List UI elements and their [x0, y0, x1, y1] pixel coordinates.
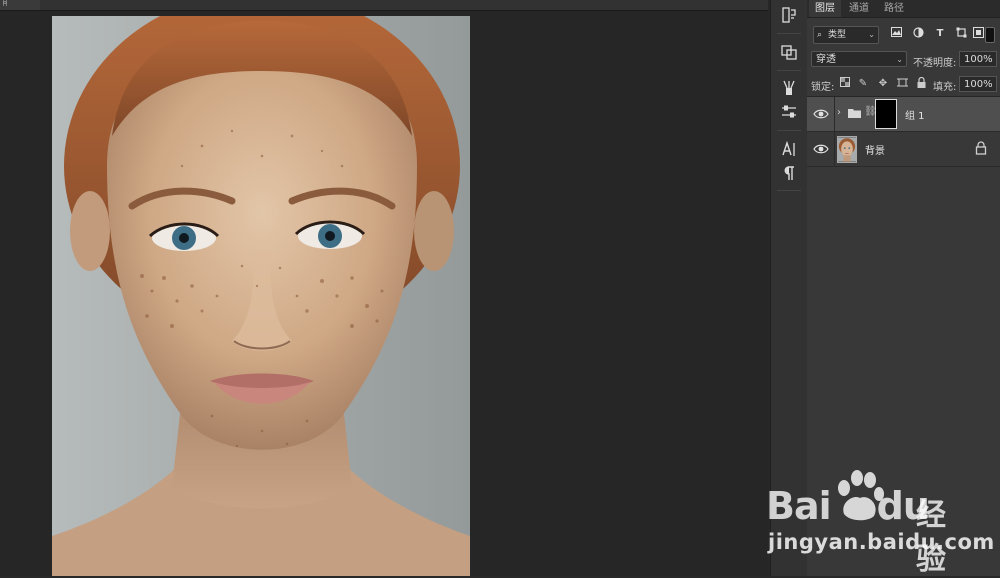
lock-fill-row: 锁定: ✎ ✥ 填充: 100%	[807, 75, 1000, 93]
eye-visibility-icon[interactable]	[813, 142, 829, 156]
document-canvas-area[interactable]: ꃫ	[0, 0, 768, 576]
layer-mask-thumbnail[interactable]	[875, 99, 897, 129]
adjustment-filter-icon[interactable]	[911, 27, 925, 41]
folder-icon	[848, 109, 861, 118]
portrait-photo	[52, 16, 470, 576]
expand-chevron-icon[interactable]: ›	[837, 107, 841, 118]
adjustments-sliders-icon[interactable]	[779, 102, 799, 122]
document-tab-bar: ꃫ	[0, 0, 768, 11]
layer-thumbnail[interactable]	[837, 136, 857, 163]
baidu-jingyan-watermark: Bai du 经验 jingyan.baidu.com	[766, 468, 994, 577]
type-filter-icon[interactable]: T	[933, 27, 947, 41]
history-icon[interactable]	[779, 5, 799, 25]
character-icon[interactable]	[779, 139, 799, 159]
smart-object-filter-icon[interactable]	[971, 27, 985, 41]
lock-position-icon[interactable]: ✥	[877, 77, 889, 91]
fill-label: 填充:	[933, 82, 957, 93]
layer-name[interactable]: 背景	[865, 142, 885, 157]
layer-row-group-1[interactable]: › ⛓ 组 1	[807, 97, 1000, 132]
watermark-url: jingyan.baidu.com	[768, 530, 995, 554]
lock-all-icon[interactable]	[915, 76, 927, 91]
document-tab[interactable]: ꃫ	[0, 0, 40, 10]
opacity-field[interactable]: 100%	[959, 51, 997, 67]
visibility-column-divider	[834, 97, 835, 131]
layer-filter-row: ⌕ 类型 ⌄ T	[807, 24, 1000, 46]
panel-tab-bar: 图层 通道 路径	[807, 0, 1000, 18]
shape-filter-icon[interactable]	[954, 27, 968, 41]
watermark-brand: Bai du	[766, 484, 930, 528]
lock-label: 锁定:	[811, 82, 835, 93]
layer-name[interactable]: 组 1	[905, 107, 925, 122]
lock-artboard-icon[interactable]	[896, 77, 908, 91]
layer-lock-icon[interactable]	[975, 141, 987, 155]
visibility-column-divider	[834, 132, 835, 166]
tab-channels[interactable]: 通道	[843, 0, 875, 17]
opacity-label: 不透明度:	[913, 58, 957, 69]
search-icon: ⌕	[817, 30, 823, 40]
blend-mode-select[interactable]: 穿透 ⌄	[811, 51, 907, 67]
brush-settings-icon[interactable]	[779, 78, 799, 98]
lock-image-pixels-icon[interactable]: ✎	[857, 77, 869, 91]
tab-paths[interactable]: 路径	[878, 0, 910, 17]
properties-icon[interactable]	[779, 42, 799, 62]
filter-toggle[interactable]	[985, 27, 995, 43]
chevron-down-icon: ⌄	[896, 55, 903, 64]
paragraph-icon[interactable]	[779, 163, 799, 183]
filter-type-select[interactable]: ⌕ 类型 ⌄	[813, 26, 879, 44]
chevron-down-icon: ⌄	[868, 30, 875, 39]
fill-field[interactable]: 100%	[959, 76, 997, 92]
image-filter-icon[interactable]	[889, 27, 903, 41]
blend-opacity-row: 穿透 ⌄ 不透明度: 100%	[807, 50, 1000, 70]
tab-layers[interactable]: 图层	[809, 0, 841, 17]
lock-transparent-pixels-icon[interactable]	[839, 77, 851, 91]
eye-visibility-icon[interactable]	[813, 107, 829, 121]
layer-row-background[interactable]: 背景	[807, 132, 1000, 167]
